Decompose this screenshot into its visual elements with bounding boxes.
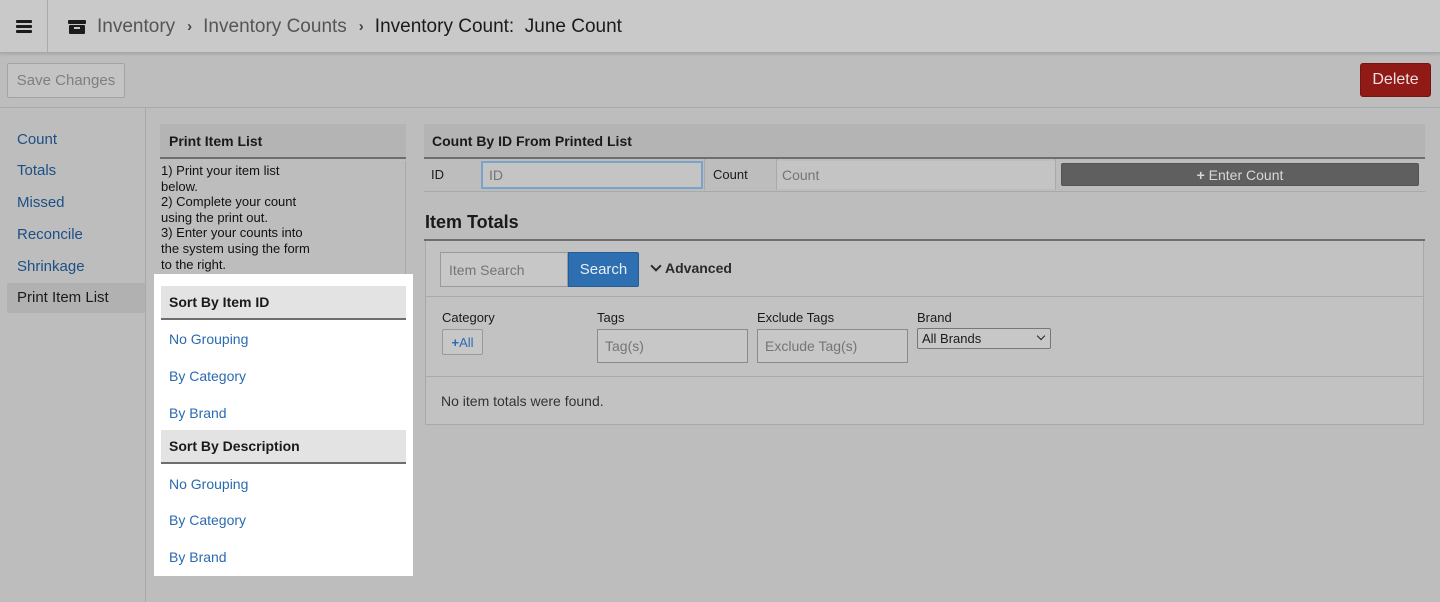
delete-button[interactable]: Delete <box>1360 63 1431 97</box>
enter-count-label: Enter Count <box>1208 166 1284 183</box>
sidebar-item-reconcile[interactable]: Reconcile <box>7 220 145 250</box>
sidebar-item-print-item-list[interactable]: Print Item List <box>7 283 145 313</box>
print-instructions: 1) Print your item list below. 2) Comple… <box>161 163 310 272</box>
count-by-id-title: Count By ID From Printed List <box>424 124 1425 159</box>
sort-by-item-id-header: Sort By Item ID <box>161 286 406 320</box>
all-label: All <box>459 334 474 350</box>
page-title: Inventory Count: June Count <box>374 15 622 37</box>
print-options-popup: Sort By Item ID No Grouping By Category … <box>154 274 413 576</box>
id-input[interactable] <box>481 161 703 189</box>
chevron-right-icon: › <box>187 18 193 35</box>
tags-label: Tags <box>597 310 625 325</box>
item-id-by-category-link[interactable]: By Category <box>169 368 246 384</box>
brand-label: Brand <box>917 310 952 325</box>
count-entry-row: ID Count + Enter Count <box>424 159 1425 192</box>
exclude-tags-input[interactable] <box>757 329 908 363</box>
filter-row: Category +All Tags Exclude Tags Brand Al… <box>426 296 1423 377</box>
brand-select[interactable]: All Brands <box>917 328 1051 349</box>
print-item-list-title: Print Item List <box>160 124 406 159</box>
item-totals-panel: Search Advanced Category +All Tags Exclu… <box>425 241 1424 425</box>
item-id-no-grouping-link[interactable]: No Grouping <box>169 331 248 347</box>
advanced-label: Advanced <box>665 260 732 276</box>
chevron-right-icon: › <box>358 18 364 35</box>
hamburger-menu-icon <box>15 20 32 33</box>
sidebar: Count Totals Missed Reconcile Shrinkage … <box>0 108 146 602</box>
print-item-list-panel: Print Item List 1) Print your item list … <box>160 124 406 274</box>
description-no-grouping-link[interactable]: No Grouping <box>169 476 248 492</box>
sidebar-item-count[interactable]: Count <box>7 125 145 155</box>
empty-message: No item totals were found. <box>441 393 604 409</box>
item-id-by-brand-link[interactable]: By Brand <box>169 405 227 421</box>
plus-icon: + <box>1196 166 1205 183</box>
count-input[interactable] <box>777 161 1055 189</box>
category-label: Category <box>442 310 495 325</box>
plus-icon: + <box>451 334 460 350</box>
item-totals-title: Item Totals <box>425 212 519 232</box>
inventory-box-icon <box>68 19 86 34</box>
count-label: Count <box>713 167 748 182</box>
breadcrumb: Inventory › Inventory Counts › Inventory… <box>68 0 622 53</box>
sidebar-item-totals[interactable]: Totals <box>7 156 145 186</box>
advanced-toggle[interactable]: Advanced <box>650 259 732 276</box>
description-by-category-link[interactable]: By Category <box>169 512 246 528</box>
search-button[interactable]: Search <box>568 252 639 287</box>
exclude-tags-label: Exclude Tags <box>757 310 835 325</box>
tags-input[interactable] <box>597 329 748 363</box>
breadcrumb-inventory-counts[interactable]: Inventory Counts <box>203 16 347 38</box>
sidebar-item-missed[interactable]: Missed <box>7 188 145 218</box>
count-by-id-panel: Count By ID From Printed List ID Count +… <box>424 124 1425 192</box>
brand-selected-value: All Brands <box>922 331 982 346</box>
enter-count-button[interactable]: + Enter Count <box>1061 163 1419 186</box>
top-bar: Inventory › Inventory Counts › Inventory… <box>0 0 1440 53</box>
sidebar-item-shrinkage[interactable]: Shrinkage <box>7 252 145 282</box>
toolbar: Save Changes Delete <box>0 54 1440 108</box>
item-search-input[interactable] <box>440 252 568 287</box>
sort-by-description-header: Sort By Description <box>161 430 406 464</box>
add-category-button[interactable]: +All <box>442 329 483 355</box>
chevron-down-icon <box>650 259 662 272</box>
breadcrumb-inventory[interactable]: Inventory <box>97 16 175 38</box>
save-changes-button[interactable]: Save Changes <box>7 63 125 98</box>
description-by-brand-link[interactable]: By Brand <box>169 549 227 565</box>
id-label: ID <box>431 167 444 182</box>
menu-button[interactable] <box>0 0 48 53</box>
chevron-down-icon <box>1036 331 1046 341</box>
